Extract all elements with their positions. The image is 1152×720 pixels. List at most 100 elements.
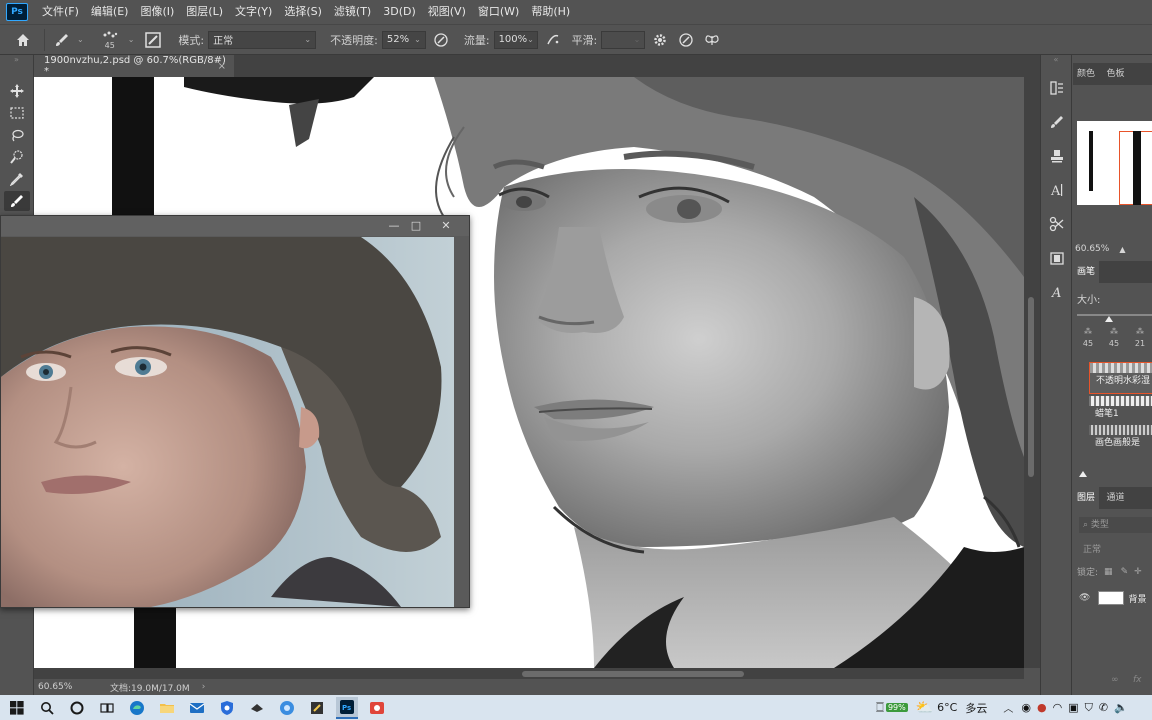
layer-row[interactable]: 👁 背景 xyxy=(1073,587,1152,609)
weather-description[interactable]: 多云 xyxy=(965,700,987,716)
photoshop-taskbar-icon[interactable]: Ps xyxy=(336,696,358,719)
cortana-icon[interactable] xyxy=(66,697,88,719)
zoom-out-icon[interactable]: ▲ xyxy=(1119,245,1125,254)
menu-view[interactable]: 视图(V) xyxy=(422,0,472,24)
brush-tool-preset-icon[interactable] xyxy=(51,29,73,51)
notes-app-icon[interactable] xyxy=(306,697,328,719)
app-tray-icon[interactable]: ● xyxy=(1037,701,1047,714)
brush-panel-slider-handle[interactable] xyxy=(1079,471,1087,477)
brush-list-item-selected[interactable]: 不透明水彩湿 xyxy=(1089,362,1152,394)
move-tool-icon[interactable] xyxy=(4,81,30,101)
quick-selection-tool-icon[interactable] xyxy=(4,147,30,167)
weather-temperature[interactable]: 6°C xyxy=(937,701,957,714)
menu-help[interactable]: 帮助(H) xyxy=(525,0,576,24)
scrollbar-thumb[interactable] xyxy=(1028,297,1034,477)
home-icon[interactable] xyxy=(12,29,34,51)
lasso-tool-icon[interactable] xyxy=(4,125,30,145)
horizontal-scrollbar[interactable] xyxy=(34,668,1024,679)
wechat-icon[interactable]: ✆ xyxy=(1099,701,1108,714)
tab-color[interactable]: 颜色 xyxy=(1073,63,1099,85)
tab-brushes[interactable]: 画笔 xyxy=(1073,261,1100,283)
brush-size-picker[interactable]: 45 xyxy=(96,26,124,54)
minimize-icon[interactable]: — xyxy=(383,218,405,234)
weather-cloud-icon[interactable]: ⛅ xyxy=(916,700,933,716)
lock-paint-icon[interactable]: ✎ xyxy=(1121,567,1129,577)
lock-position-icon[interactable]: ✛ xyxy=(1134,567,1142,577)
airbrush-icon[interactable] xyxy=(542,29,564,51)
network-tray-icon[interactable]: ▣ xyxy=(1068,701,1078,714)
search-icon[interactable] xyxy=(36,697,58,719)
task-view-icon[interactable] xyxy=(96,697,118,719)
marquee-tool-icon[interactable] xyxy=(4,103,30,123)
scrollbar-thumb[interactable] xyxy=(522,671,744,677)
menu-select[interactable]: 选择(S) xyxy=(278,0,328,24)
mail-icon[interactable] xyxy=(186,697,208,719)
close-icon[interactable]: ✕ xyxy=(435,218,457,234)
chevron-down-icon[interactable]: ⌄ xyxy=(77,35,84,44)
navigator-thumbnail[interactable] xyxy=(1077,121,1152,205)
ink-app-icon[interactable] xyxy=(246,697,268,719)
toolbar-collapse-icon[interactable]: » xyxy=(0,55,33,79)
eye-icon[interactable]: 👁 xyxy=(1079,593,1090,603)
maximize-icon[interactable]: □ xyxy=(405,218,427,234)
browser-app-icon[interactable] xyxy=(276,697,298,719)
brush-preset-2[interactable]: ⁂ 45 xyxy=(1101,327,1127,348)
clone-source-icon[interactable] xyxy=(1046,145,1068,167)
tab-layers[interactable]: 图层 xyxy=(1073,487,1100,509)
brush-list-item[interactable]: 画色画般是 xyxy=(1089,425,1152,453)
size-slider-handle[interactable] xyxy=(1105,316,1113,322)
pressure-size-icon[interactable] xyxy=(675,29,697,51)
speaker-icon[interactable]: 🔈 xyxy=(1114,701,1128,714)
fx-icon[interactable]: fx xyxy=(1133,675,1142,685)
character-icon[interactable]: A xyxy=(1046,179,1068,201)
brush-settings-panel-icon[interactable] xyxy=(142,29,164,51)
file-explorer-icon[interactable] xyxy=(156,697,178,719)
smoothing-input[interactable]: ⌄ xyxy=(601,30,646,49)
reference-image-window[interactable]: — □ ✕ xyxy=(0,215,470,608)
shield-icon[interactable]: ⛉ xyxy=(1085,701,1093,715)
brush-list-item[interactable]: 蜡笔1 xyxy=(1089,396,1152,424)
recorder-app-icon[interactable] xyxy=(366,697,388,719)
flow-input[interactable]: 100% ⌄ xyxy=(493,30,538,49)
size-slider[interactable] xyxy=(1077,314,1152,316)
security-app-icon[interactable] xyxy=(216,697,238,719)
menu-edit[interactable]: 编辑(E) xyxy=(85,0,135,24)
menu-3d[interactable]: 3D(D) xyxy=(377,0,422,24)
edge-browser-icon[interactable] xyxy=(126,697,148,719)
menu-window[interactable]: 窗口(W) xyxy=(472,0,525,24)
opacity-input[interactable]: 52% ⌄ xyxy=(381,30,426,49)
link-layers-icon[interactable]: ∞ xyxy=(1111,675,1119,685)
chevron-up-icon[interactable]: ︿ xyxy=(1003,700,1013,715)
document-tab[interactable]: 1900nvzhu,2.psd @ 60.7%(RGB/8#) * × xyxy=(34,55,234,77)
brush-settings-icon[interactable] xyxy=(1046,111,1068,133)
menu-filter[interactable]: 滤镜(T) xyxy=(328,0,377,24)
brush-preset-1[interactable]: ⁂ 45 xyxy=(1075,327,1101,348)
gear-icon[interactable] xyxy=(649,29,671,51)
eyedropper-tool-icon[interactable] xyxy=(4,169,30,189)
libraries-icon[interactable] xyxy=(1046,247,1068,269)
window-titlebar[interactable]: — □ ✕ xyxy=(1,216,469,236)
wifi-icon[interactable]: ◠ xyxy=(1053,701,1063,714)
glyphs-icon[interactable]: A xyxy=(1046,281,1068,303)
windows-start-icon[interactable] xyxy=(6,697,28,719)
battery-indicator[interactable]: 🀆 99% xyxy=(876,702,908,713)
navigator-zoom[interactable]: 60.65% xyxy=(1075,244,1109,254)
menu-file[interactable]: 文件(F) xyxy=(36,0,85,24)
menu-layer[interactable]: 图层(L) xyxy=(180,0,229,24)
panel-collapse-icon[interactable]: « xyxy=(1041,55,1071,67)
chevron-right-icon[interactable]: › xyxy=(202,682,206,692)
tab-channels[interactable]: 通道 xyxy=(1103,487,1129,509)
history-icon[interactable] xyxy=(1046,77,1068,99)
blend-mode-select[interactable]: 正常 xyxy=(1079,542,1152,558)
menu-type[interactable]: 文字(Y) xyxy=(229,0,278,24)
tab-swatches[interactable]: 色板 xyxy=(1103,63,1129,85)
tool-presets-icon[interactable] xyxy=(1046,213,1068,235)
symmetry-butterfly-icon[interactable] xyxy=(701,29,723,51)
chevron-down-icon[interactable]: ⌄ xyxy=(128,35,135,44)
pressure-opacity-icon[interactable] xyxy=(430,29,452,51)
record-icon[interactable]: ◉ xyxy=(1021,701,1031,714)
brush-preset-3[interactable]: ⁂ 21 xyxy=(1127,327,1152,348)
vertical-scrollbar[interactable] xyxy=(1024,77,1040,668)
layer-filter-select[interactable]: ⌕ 类型 xyxy=(1079,517,1152,533)
brush-tool-icon[interactable] xyxy=(4,191,30,211)
